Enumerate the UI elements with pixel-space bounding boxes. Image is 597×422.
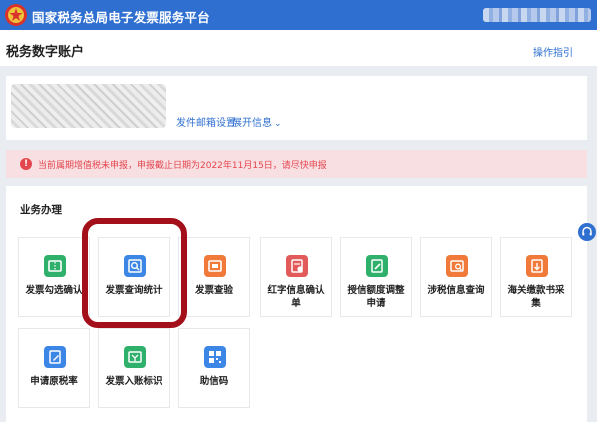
alert-text: 当前属期增值税未申报，申报截止日期为2022年11月15日，请尽快申报 [38,161,327,171]
tile-label: 发票查询统计 [105,285,163,296]
mail-settings-link[interactable]: 发件邮箱设置 [176,114,236,129]
tile-invoice-check-confirm[interactable]: 发票勾选确认 [18,237,90,317]
tile-label: 授信额度调整申请 [347,285,405,309]
expand-info-label: 展开信息 [232,118,272,129]
expand-info-link[interactable]: 展开信息 ⌄ [232,114,282,129]
tile-label: 红字信息确认单 [267,285,325,309]
tile-invoice-verify[interactable]: 发票查验 [178,237,250,317]
tile-label: 发票入账标识 [105,376,163,387]
top-bar: 国家税务总局电子发票服务平台 [0,0,597,30]
ticket-icon [44,255,66,277]
page-title: 税务数字账户 [6,45,85,60]
tile-label: 涉税信息查询 [427,285,485,296]
tile-label: 助信码 [199,376,229,387]
tile-invoice-query-stats[interactable]: 发票查询统计 [98,237,170,317]
declaration-alert: ! 当前属期增值税未申报，申报截止日期为2022年11月15日，请尽快申报 [6,150,587,178]
tile-credit-adjust[interactable]: 授信额度调整申请 [340,237,412,317]
qr-code-icon [204,346,226,368]
customs-doc-icon [526,255,548,277]
guide-link[interactable]: 操作指引 [533,44,573,59]
chevron-down-icon: ⌄ [274,119,282,129]
customer-service-button[interactable] [578,223,596,241]
user-info-redacted[interactable] [483,8,591,22]
tile-credit-code[interactable]: 助信码 [178,328,250,408]
tile-customs-collect[interactable]: 海关缴款书采集 [500,237,572,317]
tile-label: 发票查验 [194,285,233,296]
tile-invoice-entry-mark[interactable]: 发票入账标识 [98,328,170,408]
tile-apply-original-rate[interactable]: 申请原税率 [18,328,90,408]
invoice-tag-icon [124,346,146,368]
page-header: 税务数字账户 操作指引 [0,30,597,66]
tile-label: 海关缴款书采集 [507,285,565,309]
account-info-redacted [11,84,166,128]
tile-tax-info-query[interactable]: 涉税信息查询 [420,237,492,317]
alert-icon: ! [20,158,32,170]
tax-emblem-icon [5,4,27,26]
ticket-verify-icon [204,255,226,277]
edit-form-icon [366,255,388,277]
app-title: 国家税务总局电子发票服务平台 [32,10,210,25]
red-form-icon [286,255,308,277]
document-search-icon [124,255,146,277]
tile-label: 发票勾选确认 [25,285,83,296]
tile-label: 申请原税率 [30,376,78,387]
business-title: 业务办理 [20,204,62,216]
headset-icon [582,226,592,236]
account-card: 发件邮箱设置 展开信息 ⌄ [6,76,587,140]
tile-red-info-confirm[interactable]: 红字信息确认单 [260,237,332,317]
pen-doc-icon [44,346,66,368]
tax-search-icon [446,255,468,277]
